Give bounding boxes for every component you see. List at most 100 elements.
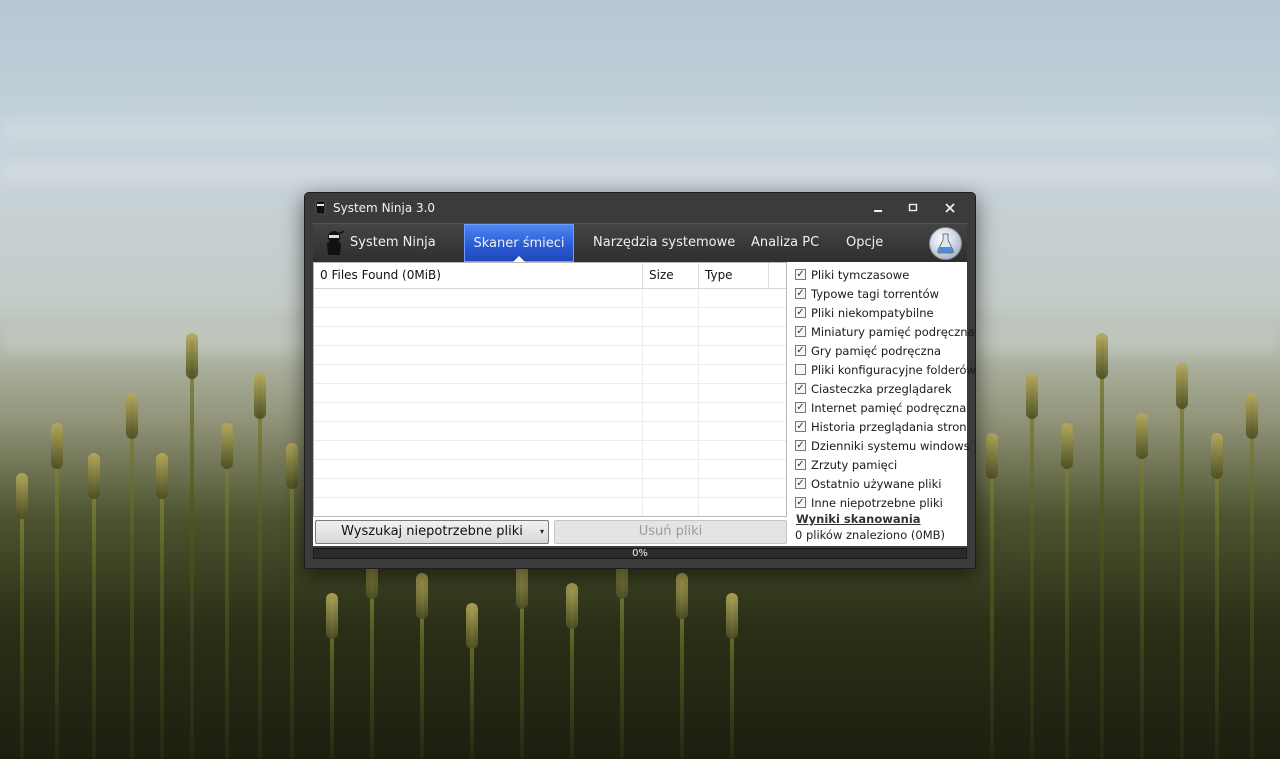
progress-bar: 0% bbox=[313, 548, 967, 559]
checkbox-checked-icon[interactable]: ✓ bbox=[795, 459, 806, 470]
column-header-name[interactable]: 0 Files Found (0MiB) bbox=[314, 263, 643, 288]
wheat-ear bbox=[286, 443, 298, 489]
wheat-ear bbox=[51, 423, 63, 469]
ninja-icon bbox=[327, 230, 345, 255]
checkbox-checked-icon[interactable]: ✓ bbox=[795, 478, 806, 489]
tab-label: Opcje bbox=[846, 235, 884, 250]
checkbox-checked-icon[interactable]: ✓ bbox=[795, 402, 806, 413]
checkbox-checked-icon[interactable]: ✓ bbox=[795, 307, 806, 318]
option-label: Pliki tymczasowe bbox=[811, 268, 910, 282]
close-icon bbox=[945, 203, 955, 213]
tab-opcje[interactable]: Opcje bbox=[846, 224, 883, 262]
scan-results-summary: 0 plików znaleziono (0MB) bbox=[795, 528, 945, 542]
row-gridline bbox=[314, 402, 786, 403]
close-button[interactable] bbox=[942, 201, 958, 215]
option-label: Internet pamięć podręczna bbox=[811, 401, 967, 415]
wheat-stalk bbox=[1030, 379, 1034, 759]
checkbox-checked-icon[interactable]: ✓ bbox=[795, 421, 806, 432]
tab-label: Skaner śmieci bbox=[473, 236, 565, 251]
wheat-stalk bbox=[225, 429, 229, 759]
maximize-icon bbox=[908, 203, 918, 212]
row-gridline bbox=[314, 497, 786, 498]
column-divider bbox=[698, 288, 699, 516]
wheat-stalk bbox=[990, 439, 994, 759]
file-list-header: 0 Files Found (0MiB) Size Type bbox=[314, 263, 786, 289]
option-label: Historia przeglądania stron bbox=[811, 420, 967, 434]
wheat-ear bbox=[1211, 433, 1223, 479]
wheat-ear bbox=[1176, 363, 1188, 409]
tab-skaner-smieci[interactable]: Skaner śmieci bbox=[464, 224, 574, 262]
wheat-ear bbox=[416, 573, 428, 619]
lab-flask-icon[interactable] bbox=[929, 227, 962, 260]
wheat-ear bbox=[516, 563, 528, 609]
dropdown-arrow-icon: ▾ bbox=[539, 527, 544, 536]
checkbox-checked-icon[interactable]: ✓ bbox=[795, 440, 806, 451]
column-header-type[interactable]: Type bbox=[699, 263, 769, 288]
tab-system-ninja[interactable]: System Ninja bbox=[313, 224, 453, 262]
tab-label: Analiza PC bbox=[751, 235, 820, 250]
wheat-ear bbox=[186, 333, 198, 379]
option-label: Zrzuty pamięci bbox=[811, 458, 898, 472]
wheat-ear bbox=[726, 593, 738, 639]
wheat-ear bbox=[254, 373, 266, 419]
wheat-ear bbox=[566, 583, 578, 629]
wheat-ear bbox=[1136, 413, 1148, 459]
row-gridline bbox=[314, 516, 787, 517]
scan-button[interactable]: Wyszukaj niepotrzebne pliki ▾ bbox=[315, 520, 549, 544]
app-window: System Ninja 3.0 System Ninja Skaner śmi… bbox=[304, 192, 976, 569]
checkbox-checked-icon[interactable]: ✓ bbox=[795, 269, 806, 280]
progress-label: 0% bbox=[632, 548, 648, 559]
row-gridline bbox=[314, 345, 786, 346]
delete-files-button[interactable]: Usuń pliki bbox=[554, 520, 787, 544]
checkbox-checked-icon[interactable]: ✓ bbox=[795, 345, 806, 356]
checkbox-checked-icon[interactable]: ✓ bbox=[795, 497, 806, 508]
wheat-ear bbox=[466, 603, 478, 649]
option-label: Ostatnio używane pliki bbox=[811, 477, 942, 491]
wheat-stalk bbox=[1180, 369, 1184, 759]
wheat-stalk bbox=[92, 459, 96, 759]
wheat-ear bbox=[221, 423, 233, 469]
row-gridline bbox=[314, 364, 786, 365]
minimize-icon bbox=[874, 210, 882, 212]
minimize-button[interactable] bbox=[870, 201, 886, 215]
option-label: Ciasteczka przeglądarek bbox=[811, 382, 952, 396]
wheat-ear bbox=[986, 433, 998, 479]
checkbox-checked-icon[interactable]: ✓ bbox=[795, 288, 806, 299]
sky-streak bbox=[0, 160, 1280, 184]
delete-button-label: Usuń pliki bbox=[638, 524, 703, 539]
tab-label: Narzędzia systemowe bbox=[593, 235, 736, 250]
wheat-stalk bbox=[20, 479, 24, 759]
row-gridline bbox=[314, 459, 786, 460]
maximize-button[interactable] bbox=[905, 201, 921, 215]
column-header-size[interactable]: Size bbox=[643, 263, 699, 288]
option-label: Pliki niekompatybilne bbox=[811, 306, 934, 320]
tab-narzedzia-systemowe[interactable]: Narzędzia systemowe bbox=[593, 224, 735, 262]
wheat-ear bbox=[1061, 423, 1073, 469]
wheat-ear bbox=[1026, 373, 1038, 419]
row-gridline bbox=[314, 383, 786, 384]
wheat-ear bbox=[88, 453, 100, 499]
option-label: Gry pamięć podręczna bbox=[811, 344, 942, 358]
column-divider bbox=[642, 288, 643, 516]
wheat-stalk bbox=[1215, 439, 1219, 759]
checkbox-checked-icon[interactable]: ✓ bbox=[795, 326, 806, 337]
scan-results-link[interactable]: Wyniki skanowania bbox=[796, 512, 921, 526]
sky-streak bbox=[0, 118, 1280, 142]
wheat-stalk bbox=[1100, 339, 1104, 759]
row-gridline bbox=[314, 478, 786, 479]
content-area: 0 Files Found (0MiB) Size Type Wyszukaj … bbox=[313, 262, 976, 546]
option-label: Typowe tagi torrentów bbox=[811, 287, 940, 301]
wheat-stalk bbox=[290, 449, 294, 759]
window-title: System Ninja 3.0 bbox=[333, 201, 436, 215]
checkbox-checked-icon[interactable]: ✓ bbox=[795, 383, 806, 394]
ninja-app-icon bbox=[315, 200, 326, 215]
option-label: Inne niepotrzebne pliki bbox=[811, 496, 943, 510]
file-list[interactable]: 0 Files Found (0MiB) Size Type bbox=[313, 262, 787, 517]
wheat-stalk bbox=[130, 399, 134, 759]
wheat-ear bbox=[126, 393, 138, 439]
checkbox-unchecked-icon[interactable] bbox=[795, 364, 806, 375]
row-gridline bbox=[314, 307, 786, 308]
tab-analiza-pc[interactable]: Analiza PC bbox=[751, 224, 819, 262]
option-label: Dzienniki systemu windows bbox=[811, 439, 970, 453]
row-gridline bbox=[314, 326, 786, 327]
